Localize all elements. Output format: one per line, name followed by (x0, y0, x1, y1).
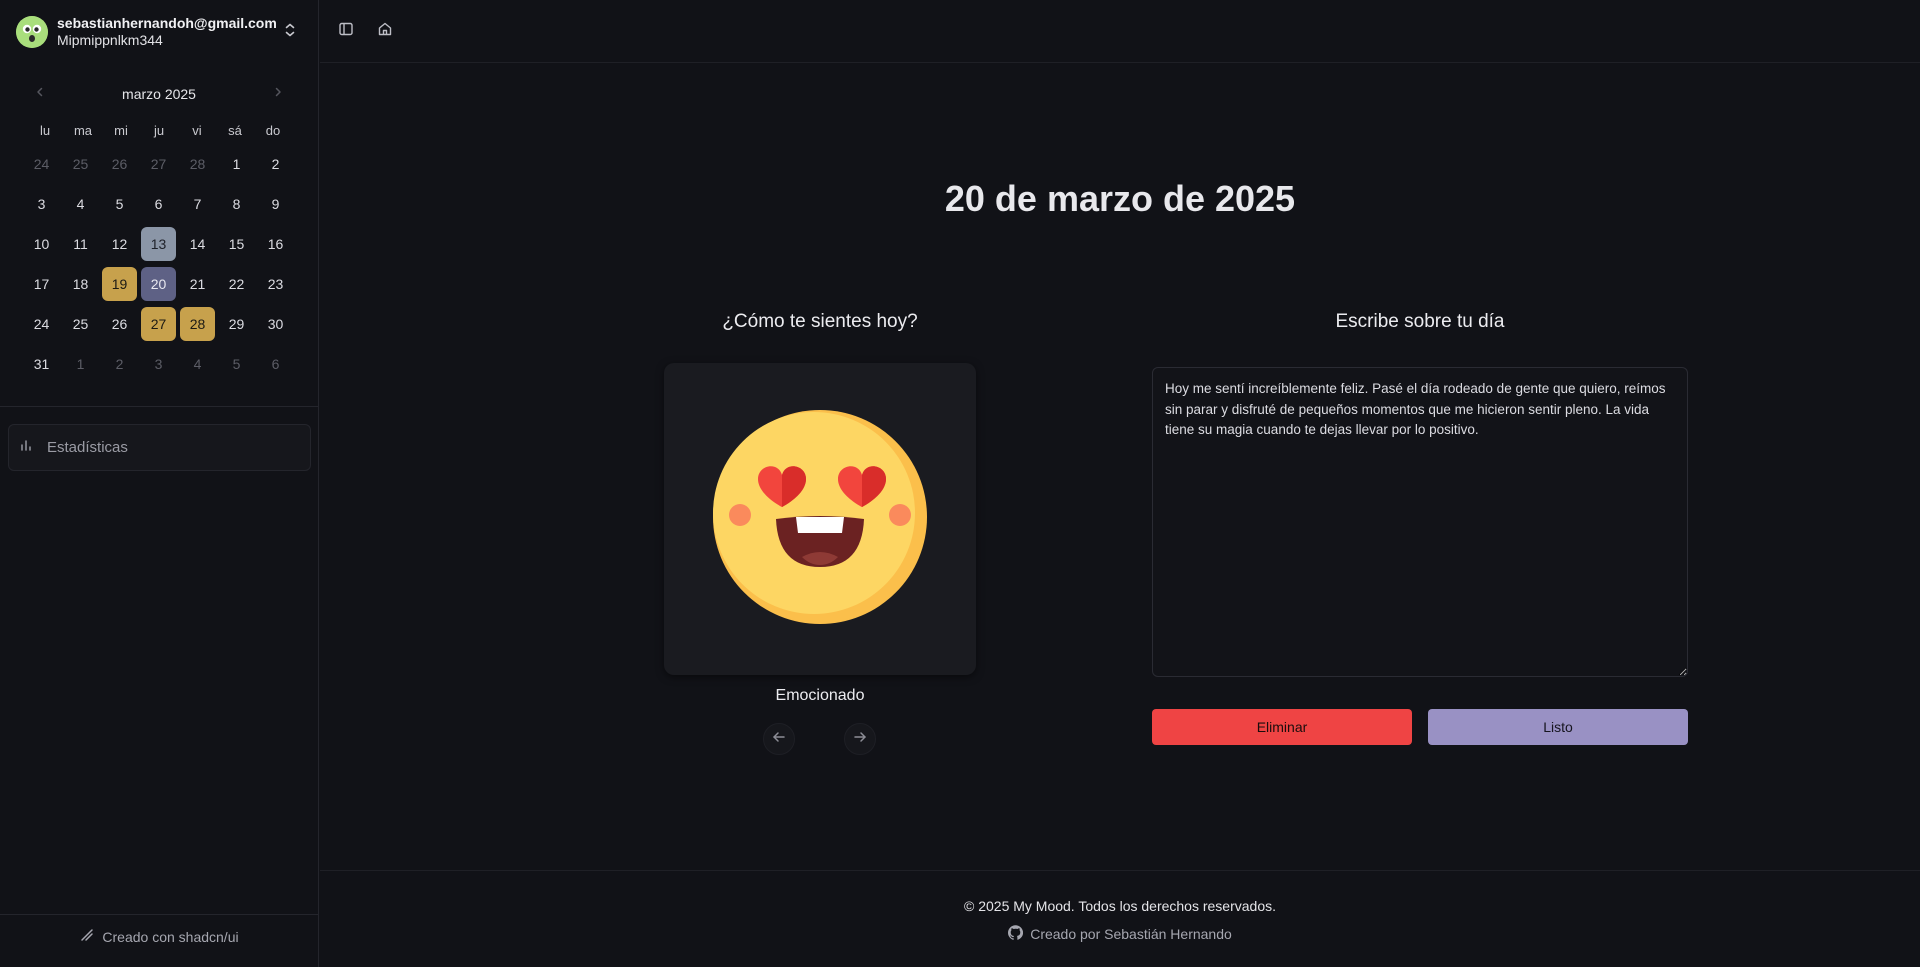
sidebar-item-label: Estadísticas (47, 439, 128, 456)
sidebar: sebastianhernandoh@gmail.com Mipmippnlkm… (0, 0, 319, 967)
calendar-prev-button[interactable] (26, 80, 54, 108)
calendar-day[interactable]: 28 (180, 147, 215, 181)
top-bar (320, 0, 1920, 63)
calendar-day[interactable]: 21 (180, 267, 215, 301)
calendar-day[interactable]: 24 (24, 147, 59, 181)
calendar-day[interactable]: 4 (63, 187, 98, 221)
calendar-day[interactable]: 7 (180, 187, 215, 221)
sidebar-divider (0, 406, 319, 407)
calendar-day[interactable]: 5 (102, 187, 137, 221)
mood-card[interactable] (664, 363, 976, 675)
calendar-day[interactable]: 14 (180, 227, 215, 261)
weekday-label: vi (192, 123, 202, 138)
made-with-credit: Creado con shadcn/ui (0, 928, 319, 945)
calendar-header: marzo 2025 (26, 80, 292, 108)
weekday-label: do (265, 123, 281, 138)
calendar-day[interactable]: 22 (219, 267, 254, 301)
arrow-right-icon (853, 730, 867, 749)
heart-eyes-emoji-icon (712, 409, 928, 630)
calendar-day[interactable]: 13 (141, 227, 176, 261)
calendar-day[interactable]: 31 (24, 347, 59, 381)
calendar-day[interactable]: 24 (24, 307, 59, 341)
account-email: sebastianhernandoh@gmail.com (57, 15, 277, 31)
calendar-day[interactable]: 4 (180, 347, 215, 381)
calendar-day[interactable]: 25 (63, 147, 98, 181)
calendar-day[interactable]: 3 (141, 347, 176, 381)
account-username: Mipmippnlkm344 (57, 32, 163, 48)
calendar-day[interactable]: 27 (141, 147, 176, 181)
chevron-right-icon (272, 85, 284, 103)
calendar-day[interactable]: 17 (24, 267, 59, 301)
calendar-day[interactable]: 16 (258, 227, 293, 261)
calendar-day[interactable]: 20 (141, 267, 176, 301)
calendar-day[interactable]: 26 (102, 147, 137, 181)
weekday-label: mi (114, 123, 128, 138)
mood-question: ¿Cómo te sientes hoy? (722, 311, 918, 332)
calendar-day[interactable]: 10 (24, 227, 59, 261)
calendar-day[interactable]: 23 (258, 267, 293, 301)
calendar-next-button[interactable] (264, 80, 292, 108)
calendar-day[interactable]: 2 (258, 147, 293, 181)
calendar-day[interactable]: 19 (102, 267, 137, 301)
avatar (16, 16, 48, 48)
arrow-left-icon (772, 730, 786, 749)
bar-chart-icon (19, 438, 33, 457)
calendar-day[interactable]: 3 (24, 187, 59, 221)
calendar-day[interactable]: 29 (219, 307, 254, 341)
next-mood-button[interactable] (844, 723, 876, 755)
calendar-day[interactable]: 18 (63, 267, 98, 301)
calendar-day[interactable]: 6 (258, 347, 293, 381)
calendar-day[interactable]: 15 (219, 227, 254, 261)
author-credit-label: Creado por Sebastián Hernando (1030, 926, 1232, 942)
slash-icon (80, 928, 94, 945)
previous-mood-button[interactable] (763, 723, 795, 755)
calendar-grid: 24 25 26 27 28 1 2 3 4 5 6 7 8 9 10 11 12 13 14 15 16 17 18 19 2… (22, 147, 294, 381)
calendar-day[interactable]: 25 (63, 307, 98, 341)
home-button[interactable] (371, 17, 399, 45)
calendar-day[interactable]: 2 (102, 347, 137, 381)
github-icon (1008, 925, 1024, 943)
calendar-day[interactable]: 30 (258, 307, 293, 341)
calendar-day[interactable]: 1 (219, 147, 254, 181)
weekday-label: ju (153, 123, 165, 138)
calendar-day[interactable]: 12 (102, 227, 137, 261)
sidebar-divider (0, 914, 319, 915)
sidebar-item-statistics[interactable]: Estadísticas (8, 424, 311, 471)
calendar-day[interactable]: 28 (180, 307, 215, 341)
calendar-day[interactable]: 8 (219, 187, 254, 221)
chevrons-up-down-icon (283, 22, 297, 43)
journal-title: Escribe sobre tu día (1335, 311, 1505, 332)
weekday-label: lu (39, 123, 51, 138)
copyright: © 2025 My Mood. Todos los derechos reser… (964, 898, 1276, 914)
panel-left-icon (338, 21, 354, 42)
calendar-day[interactable]: 26 (102, 307, 137, 341)
weekday-label: ma (73, 123, 93, 138)
page-title: 20 de marzo de 2025 (944, 178, 1296, 219)
account-info: sebastianhernandoh@gmail.com Mipmippnlkm… (57, 15, 283, 49)
footer-divider (320, 870, 1920, 871)
home-icon (377, 21, 393, 42)
mood-label: Emocionado (775, 687, 865, 704)
calendar-month-label: marzo 2025 (122, 86, 196, 102)
calendar-day[interactable]: 11 (63, 227, 98, 261)
calendar-day[interactable]: 5 (219, 347, 254, 381)
weekday-label: sá (228, 123, 242, 138)
calendar-day[interactable]: 6 (141, 187, 176, 221)
calendar-day[interactable]: 1 (63, 347, 98, 381)
author-credit-link[interactable]: Creado por Sebastián Hernando (320, 925, 1920, 943)
done-button[interactable]: Listo (1428, 709, 1688, 745)
account-switcher[interactable]: sebastianhernandoh@gmail.com Mipmippnlkm… (8, 8, 311, 56)
delete-button[interactable]: Eliminar (1152, 709, 1412, 745)
toggle-sidebar-button[interactable] (332, 17, 360, 45)
calendar-day[interactable]: 9 (258, 187, 293, 221)
made-with-label: Creado con shadcn/ui (102, 928, 239, 945)
journal-textarea[interactable] (1152, 367, 1688, 677)
chevron-left-icon (34, 85, 46, 103)
calendar-weekdays: lu ma mi ju vi sá do (26, 123, 292, 138)
calendar-day[interactable]: 27 (141, 307, 176, 341)
